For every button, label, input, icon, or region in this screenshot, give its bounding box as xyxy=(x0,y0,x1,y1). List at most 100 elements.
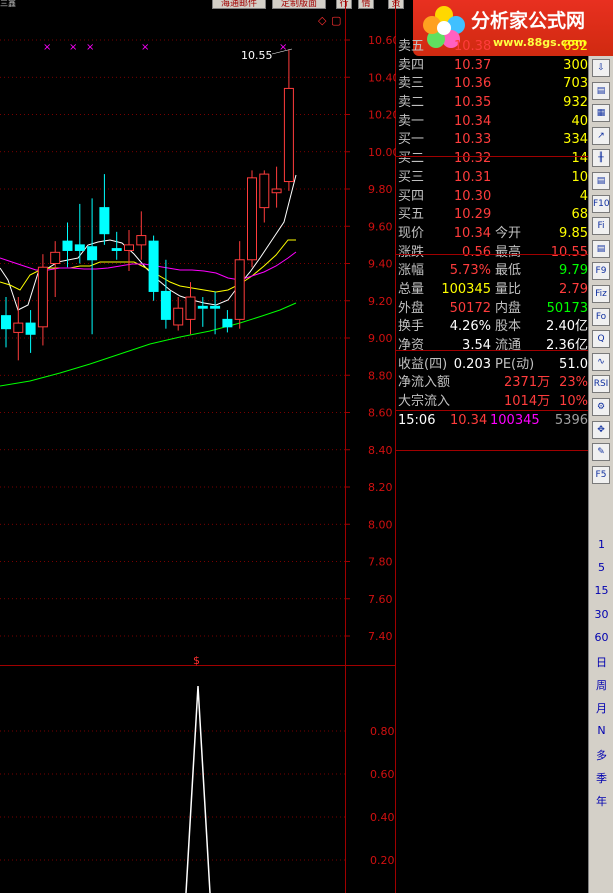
period-button[interactable]: 1 xyxy=(589,538,613,551)
candle-body xyxy=(148,240,159,292)
finance-label: 换手 xyxy=(398,319,425,335)
kline-chart[interactable]: 10.60 10.40 10.20 10.00 9.80 9.60 9.40 9.20 9.00… xyxy=(0,0,396,893)
stat-value: 50172 xyxy=(449,300,491,316)
candle-icon[interactable]: ╫ xyxy=(592,149,610,168)
price-tick-label: 7.40 xyxy=(368,630,393,643)
bid-label: 买三 xyxy=(398,169,425,185)
candle-body xyxy=(185,296,196,320)
flow-row: 大宗流入 1014万 10% xyxy=(396,393,588,412)
separator xyxy=(396,410,588,411)
price-tick-label: 8.40 xyxy=(368,444,393,457)
flow-label: 大宗流入 xyxy=(398,394,451,410)
quote-panel: 卖五 10.38 652 卖四 10.37 300 卖三 10.36 703 卖二 10.35 932… xyxy=(396,38,588,430)
move-icon[interactable]: ⚙ xyxy=(592,398,610,416)
ask-volume: 652 xyxy=(563,39,588,54)
candle xyxy=(148,235,159,301)
period-button[interactable]: 年 xyxy=(589,793,613,809)
price-tick-label: 10.40 xyxy=(368,71,396,84)
pencil-icon[interactable]: ✥ xyxy=(592,420,610,439)
rsi-icon[interactable]: ∿ xyxy=(592,352,610,371)
candle-body xyxy=(62,240,73,251)
price-tick-label: 8.60 xyxy=(368,407,393,420)
period-button[interactable]: 日 xyxy=(589,654,613,670)
indicator-tick-label: 0.80 xyxy=(370,725,395,738)
period-button[interactable]: 多 xyxy=(589,747,613,763)
candle-body xyxy=(234,259,245,320)
stat-label: 外盘 xyxy=(398,300,425,316)
number-1-icon[interactable]: F5 xyxy=(592,465,610,484)
period-button[interactable]: 5 xyxy=(589,561,613,574)
price-tick-label: 10.60 xyxy=(368,34,396,47)
stat-label: 涨幅 xyxy=(398,263,425,279)
ask-price: 10.37 xyxy=(454,57,492,73)
candle xyxy=(99,174,110,245)
report-icon[interactable]: ▤ xyxy=(592,172,610,190)
period-button[interactable]: 15 xyxy=(589,584,613,597)
tick-row: 15:06 10.34 100345 5396 xyxy=(396,412,588,431)
candle xyxy=(37,254,48,346)
candlesticks[interactable] xyxy=(1,49,294,361)
price-tick-label: 7.80 xyxy=(368,556,393,569)
stat-label: 今开 xyxy=(495,225,522,241)
line-chart-icon[interactable]: ↗ xyxy=(592,126,610,145)
tick-volume: 100345 xyxy=(490,412,540,428)
candle-body xyxy=(259,173,270,209)
wave-icon[interactable]: Q xyxy=(592,330,610,349)
price-tick-label: 9.80 xyxy=(368,183,393,196)
flow-percent: 10% xyxy=(559,394,588,410)
bid-volume: 334 xyxy=(563,132,588,148)
period-button[interactable]: 季 xyxy=(589,770,613,786)
f12-icon[interactable]: ▤ xyxy=(592,239,610,258)
stat-value: 9.79 xyxy=(559,263,588,279)
f5-icon[interactable]: ✎ xyxy=(592,443,610,462)
period-button[interactable]: 月 xyxy=(589,700,613,716)
period-button[interactable]: 周 xyxy=(589,677,613,693)
separator xyxy=(396,156,588,157)
gear-icon[interactable]: RSI xyxy=(592,375,610,394)
chart-icon[interactable]: ▤ xyxy=(592,81,610,100)
event-marker-icon: × xyxy=(86,42,94,53)
price-tick-label: 9.00 xyxy=(368,332,393,345)
side-toolbar: ⇩ ▤ ▦ ↗ ╫ ▤ F10 Fi ▤ F9 Fiz Fo Q ∿ RSI ⚙ ✥ ✎ F5 1 5 15 30 60 日周月… xyxy=(588,56,613,893)
bid-price: 10.31 xyxy=(454,169,492,185)
candle-body xyxy=(87,246,98,261)
finance-value: 3.54 xyxy=(462,338,491,353)
diamond-icon[interactable]: ◇ xyxy=(318,14,327,27)
ask-price: 10.36 xyxy=(454,76,492,92)
finance-row: 换手 4.26% 股本 2.40亿 xyxy=(396,318,588,337)
candle-body xyxy=(160,290,171,320)
separator xyxy=(396,450,588,451)
table-icon[interactable]: ▦ xyxy=(592,104,610,123)
finance-value: 0.203 xyxy=(453,356,491,372)
period-button[interactable]: N xyxy=(589,724,613,737)
bid-price: 10.33 xyxy=(454,132,492,148)
window-icon[interactable]: ▢ xyxy=(331,14,341,27)
ask-price: 10.34 xyxy=(454,113,492,129)
down-arrow-icon[interactable]: ⇩ xyxy=(592,59,610,77)
candle-body xyxy=(1,315,11,330)
f11-icon[interactable]: Fi xyxy=(592,217,610,236)
finance-value: 2.36亿 xyxy=(546,338,588,353)
finance-label: 股本 xyxy=(495,319,522,335)
period-button[interactable]: 30 xyxy=(589,608,613,621)
finance-value: 51.0 xyxy=(559,356,588,372)
candle xyxy=(1,297,11,348)
price-tick-label: 9.60 xyxy=(368,220,393,233)
candle-body xyxy=(50,251,61,264)
f10-icon[interactable]: F10 xyxy=(592,194,610,213)
candle xyxy=(74,203,85,264)
f9-icon[interactable]: F9 xyxy=(592,262,610,281)
high-price-label: 10.55 xyxy=(241,49,273,62)
period-button[interactable]: 60 xyxy=(589,631,613,644)
indicator-axis: 0.80 0.60 0.40 0.20 xyxy=(370,725,395,867)
candle xyxy=(111,231,122,260)
bid-price: 10.30 xyxy=(454,188,492,204)
fx-icon[interactable]: Fiz xyxy=(592,285,610,303)
flow-percent: 23% xyxy=(559,375,588,391)
candle-body xyxy=(173,307,184,326)
finance-label: 净资 xyxy=(398,338,425,353)
bid-label: 买二 xyxy=(398,151,425,167)
bid-volume: 68 xyxy=(571,207,588,223)
candle-body xyxy=(111,248,122,251)
search-icon[interactable]: Fo xyxy=(592,307,610,326)
